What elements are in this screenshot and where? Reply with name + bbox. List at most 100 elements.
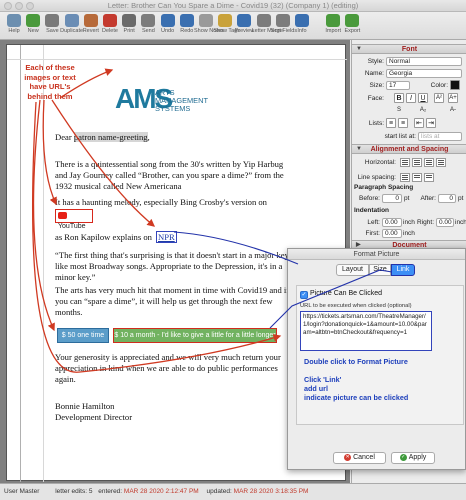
info-icon — [295, 14, 309, 27]
right-indent-field[interactable]: 0.00 — [436, 218, 454, 227]
section-title: Font — [401, 46, 418, 53]
left-indent-label: Left: — [367, 219, 380, 226]
italic-button[interactable]: I — [406, 93, 416, 103]
merge-icon — [256, 14, 271, 27]
align-left-icon[interactable] — [400, 158, 410, 167]
preview-icon — [237, 14, 252, 27]
paragraph-3: as Ron Kapilow explains on — [55, 232, 152, 242]
signature-title: Development Director — [55, 412, 133, 422]
new-icon — [26, 14, 41, 27]
section-title: Alignment and Spacing — [370, 146, 449, 153]
format-picture-dialog: Format Picture Layout Size Link ✓ Pictur… — [287, 248, 466, 470]
first-indent-field[interactable]: 0.00 — [382, 229, 402, 238]
toolbar-label: Export — [344, 28, 361, 34]
tab-layout[interactable]: Layout — [336, 264, 369, 276]
align-right-icon[interactable] — [424, 158, 434, 167]
bullet-list-icon[interactable]: ≡ — [386, 118, 396, 128]
paragraph-2: It has a haunting melody, especially Bin… — [55, 197, 267, 207]
margin-guide — [7, 59, 347, 60]
donate-50-button[interactable]: $ 50 one time — [57, 328, 109, 343]
color-label: Color: — [430, 82, 448, 89]
donate-10-monthly-button[interactable]: $ 10 a month - I'd like to give a little… — [113, 328, 277, 343]
superscript-button[interactable]: A² — [434, 93, 444, 103]
instruction-line: Click 'Link' — [304, 375, 342, 384]
lists-label: Lists: — [368, 120, 384, 127]
font-name-select[interactable]: Georgia — [386, 69, 462, 78]
apply-button[interactable]: ✓ Apply — [391, 452, 435, 464]
paragraph-1: There is a quintessential song from the … — [55, 159, 284, 191]
first-indent-unit: inch — [403, 230, 415, 237]
before-field[interactable]: 0 — [382, 194, 402, 203]
font-size-field[interactable]: 17 — [386, 81, 410, 90]
toolbar-label: Info — [297, 28, 307, 34]
tags-icon — [218, 14, 233, 27]
sort-icon — [275, 14, 290, 27]
bold-button[interactable]: B — [394, 93, 404, 103]
font-section-header[interactable]: ▼ Font — [352, 44, 466, 54]
after-field[interactable]: 0 — [438, 194, 456, 203]
greeting-prefix: Dear — [55, 132, 74, 142]
align-justify-icon[interactable] — [436, 158, 446, 167]
outdent-icon[interactable]: ⇤ — [414, 118, 424, 128]
style-select[interactable]: Normal — [386, 57, 462, 66]
npr-link[interactable]: NPR — [156, 231, 177, 243]
signature-name: Bonnie Hamilton — [55, 401, 115, 411]
align-center-icon[interactable] — [412, 158, 422, 167]
dialog-title: Format Picture — [288, 249, 465, 260]
tab-size[interactable]: Size — [369, 264, 391, 276]
check-icon: ✓ — [399, 453, 407, 461]
numbered-list-icon[interactable]: ≡ — [398, 118, 408, 128]
status-updated-label: updated: — [206, 488, 232, 495]
instruction-line: add url — [304, 384, 328, 393]
status-bar: User Master letter edits: 5 entered: MAR… — [0, 483, 466, 500]
cancel-label: Cancel — [353, 454, 375, 461]
decrease-size-button[interactable]: A- — [448, 106, 458, 116]
underline-button[interactable]: U — [418, 93, 428, 103]
indent-icon[interactable]: ⇥ — [426, 118, 436, 128]
notes-icon — [199, 14, 213, 27]
send-icon — [141, 14, 156, 27]
margin-guide — [43, 45, 44, 482]
toolbar: Help New Save Duplicate Revert Delete Print Sen… — [0, 12, 466, 40]
paragraph-spacing-label: Paragraph Spacing — [354, 184, 414, 191]
save-icon — [45, 14, 60, 27]
cancel-button[interactable]: ✕ Cancel — [333, 452, 386, 464]
tab-link[interactable]: Link — [391, 264, 415, 276]
color-swatch[interactable] — [450, 80, 460, 90]
apply-label: Apply — [408, 454, 427, 461]
onehalf-spacing-icon[interactable] — [412, 173, 422, 182]
url-field[interactable]: https://tickets.artsman.com/TheatreManag… — [300, 311, 432, 351]
paragraph-6: Your generosity is appreciated and we wi… — [55, 352, 281, 384]
toolbar-export-button[interactable]: Export — [340, 14, 364, 39]
double-spacing-icon[interactable] — [424, 173, 434, 182]
cancel-icon: ✕ — [344, 453, 352, 461]
print-icon — [122, 14, 137, 27]
picture-clickable-label: Picture Can Be Clicked — [310, 290, 382, 297]
subscript-button[interactable]: A₂ — [418, 106, 428, 116]
greeting: Dear patron name-greeting, — [55, 132, 150, 143]
after-label: After: — [420, 195, 436, 202]
youtube-label: YouTube — [58, 223, 86, 230]
greeting-comma: , — [147, 132, 150, 142]
youtube-link-image[interactable]: YouTube — [55, 209, 93, 230]
left-indent-field[interactable]: 0.00 — [382, 218, 402, 227]
before-unit: pt — [404, 195, 410, 202]
single-spacing-icon[interactable] — [400, 173, 410, 182]
horizontal-label: Horizontal: — [364, 159, 396, 166]
help-icon — [7, 14, 21, 27]
merge-field-greeting[interactable]: patron name-greeting — [73, 132, 148, 142]
window-title: Letter: Brother Can You Spare a Dime - C… — [107, 1, 359, 10]
margin-guide — [20, 45, 21, 482]
strikethrough-button[interactable]: S — [394, 106, 404, 116]
logo-text: ARTS MANAGEMENT SYSTEMS — [155, 89, 245, 113]
alignment-section-header[interactable]: ▼ Alignment and Spacing — [352, 144, 466, 154]
annotation-note: Each of these images or text have URL's … — [24, 63, 76, 101]
start-list-field[interactable]: lists at — [418, 132, 462, 141]
collapse-triangle-icon: ▼ — [356, 146, 362, 152]
increase-size-button[interactable]: A+ — [448, 93, 458, 103]
export-icon — [345, 14, 360, 27]
toolbar-info-button[interactable]: Info — [290, 14, 314, 39]
title-bar: Letter: Brother Can You Spare a Dime - C… — [0, 0, 466, 12]
status-user: User Master — [4, 488, 40, 495]
picture-clickable-checkbox[interactable]: ✓ — [300, 291, 308, 299]
